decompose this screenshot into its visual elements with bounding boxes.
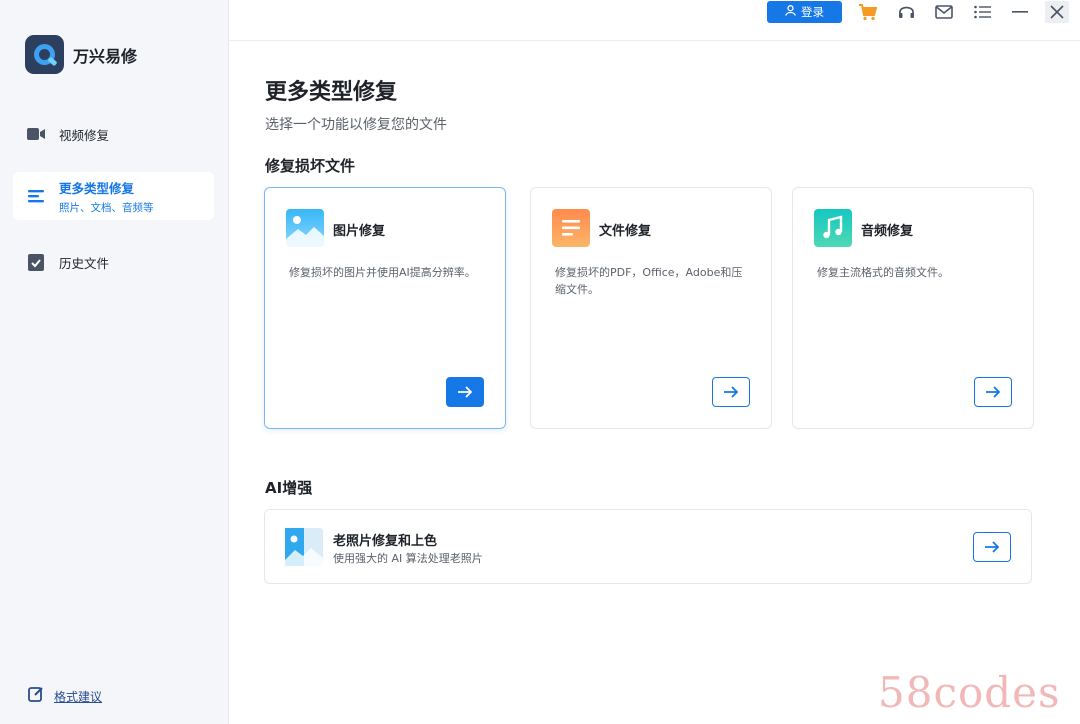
headset-icon[interactable]: [896, 3, 916, 21]
page-title: 更多类型修复: [265, 80, 398, 105]
sidebar-item-label: 更多类型修复: [59, 180, 135, 196]
brand: 万兴易修: [25, 35, 137, 74]
mail-icon[interactable]: [934, 3, 954, 21]
sidebar-item-video-repair[interactable]: 视频修复: [13, 118, 214, 150]
card-title: 音频修复: [861, 224, 914, 239]
login-label: 登录: [801, 5, 824, 19]
sidebar: 万兴易修 视频修复 更多类型修复 照片、文档、音频等 历史文件 格式建议: [0, 0, 229, 724]
card-audio-repair[interactable]: 音频修复 修复主流格式的音频文件。: [792, 187, 1034, 429]
arrow-right-icon: [723, 383, 739, 402]
page-subtitle: 选择一个功能以修复您的文件: [265, 117, 447, 133]
old-photo-arrow-button[interactable]: [973, 532, 1011, 562]
cart-icon[interactable]: [858, 3, 878, 21]
feedback-link[interactable]: 格式建议: [28, 686, 102, 706]
arrow-right-icon: [984, 538, 1000, 557]
sidebar-item-history[interactable]: 历史文件: [13, 246, 214, 278]
ai-card-description: 使用强大的 AI 算法处理老照片: [333, 552, 483, 565]
app-logo-icon: [25, 35, 64, 74]
image-icon: [286, 209, 324, 247]
section-title-repair: 修复损坏文件: [265, 157, 356, 175]
card-title: 文件修复: [599, 224, 652, 239]
image-repair-arrow-button[interactable]: [446, 377, 484, 407]
minimize-icon[interactable]: [1010, 3, 1030, 21]
title-bar: 登录: [229, 0, 1080, 41]
document-icon: [552, 209, 590, 247]
video-camera-icon: [27, 125, 45, 143]
close-icon[interactable]: [1045, 1, 1069, 23]
card-image-repair[interactable]: 图片修复 修复损坏的图片并使用AI提高分辨率。: [264, 187, 506, 429]
card-old-photo-restore[interactable]: 老照片修复和上色 使用强大的 AI 算法处理老照片: [264, 509, 1032, 584]
card-file-repair[interactable]: 文件修复 修复损坏的PDF，Office，Adobe和压缩文件。: [530, 187, 772, 429]
card-description: 修复损坏的图片并使用AI提高分辨率。: [289, 266, 476, 279]
feedback-label: 格式建议: [54, 689, 103, 704]
arrow-right-icon: [985, 383, 1001, 402]
checked-document-icon: [27, 253, 45, 271]
watermark: 58codes: [878, 668, 1061, 717]
login-button[interactable]: 登录: [767, 1, 842, 23]
edit-icon: [28, 686, 44, 706]
card-title: 图片修复: [333, 224, 386, 239]
arrow-right-icon: [457, 383, 473, 402]
photo-restore-icon: [285, 528, 323, 566]
card-description: 修复损坏的PDF，Office，Adobe和压缩文件。: [555, 266, 743, 296]
sidebar-item-sublabel: 照片、文档、音频等: [59, 201, 154, 214]
sidebar-item-more-repair[interactable]: 更多类型修复 照片、文档、音频等: [13, 172, 214, 220]
menu-icon[interactable]: [972, 3, 992, 21]
sidebar-item-label: 视频修复: [59, 127, 110, 143]
ai-card-title: 老照片修复和上色: [333, 534, 438, 549]
card-description: 修复主流格式的音频文件。: [817, 266, 949, 279]
sidebar-item-label: 历史文件: [59, 255, 110, 271]
file-repair-arrow-button[interactable]: [712, 377, 750, 407]
app-name: 万兴易修: [73, 46, 138, 66]
user-icon: [785, 5, 796, 19]
list-icon: [27, 187, 45, 205]
audio-repair-arrow-button[interactable]: [974, 377, 1012, 407]
section-title-ai: AI增强: [265, 479, 313, 497]
music-note-icon: [814, 209, 852, 247]
